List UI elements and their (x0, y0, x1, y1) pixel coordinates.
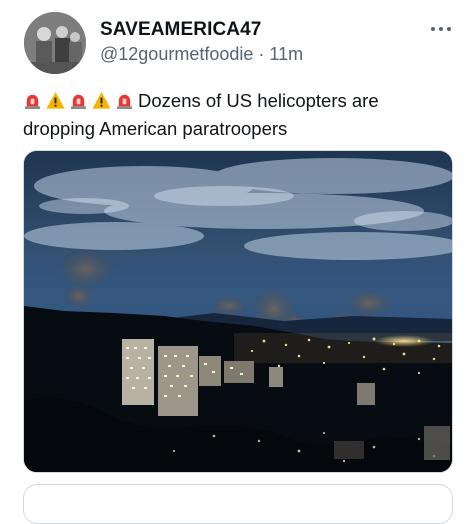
siren-icon (69, 91, 88, 116)
handle[interactable]: @12gourmetfoodie (100, 44, 253, 64)
timestamp[interactable]: 11m (269, 44, 303, 64)
warning-icon (92, 91, 111, 116)
tweet-meta: @12gourmetfoodie · 11m (100, 44, 303, 65)
tweet-photo[interactable] (23, 150, 453, 473)
more-options-button[interactable] (427, 20, 455, 38)
tweet-text: Dozens of US helicopters are dropping Am… (23, 88, 453, 141)
avatar[interactable] (24, 12, 86, 74)
more-dots-icon (431, 27, 451, 31)
tweet[interactable]: SAVEAMERICA47 @12gourmetfoodie · 11m Doz… (0, 0, 476, 524)
siren-icon (23, 91, 42, 116)
quoted-tweet-card[interactable] (23, 484, 453, 524)
meta-separator: · (258, 44, 265, 64)
display-name[interactable]: SAVEAMERICA47 (100, 19, 261, 41)
warning-icon (46, 91, 65, 116)
siren-icon (115, 91, 134, 116)
